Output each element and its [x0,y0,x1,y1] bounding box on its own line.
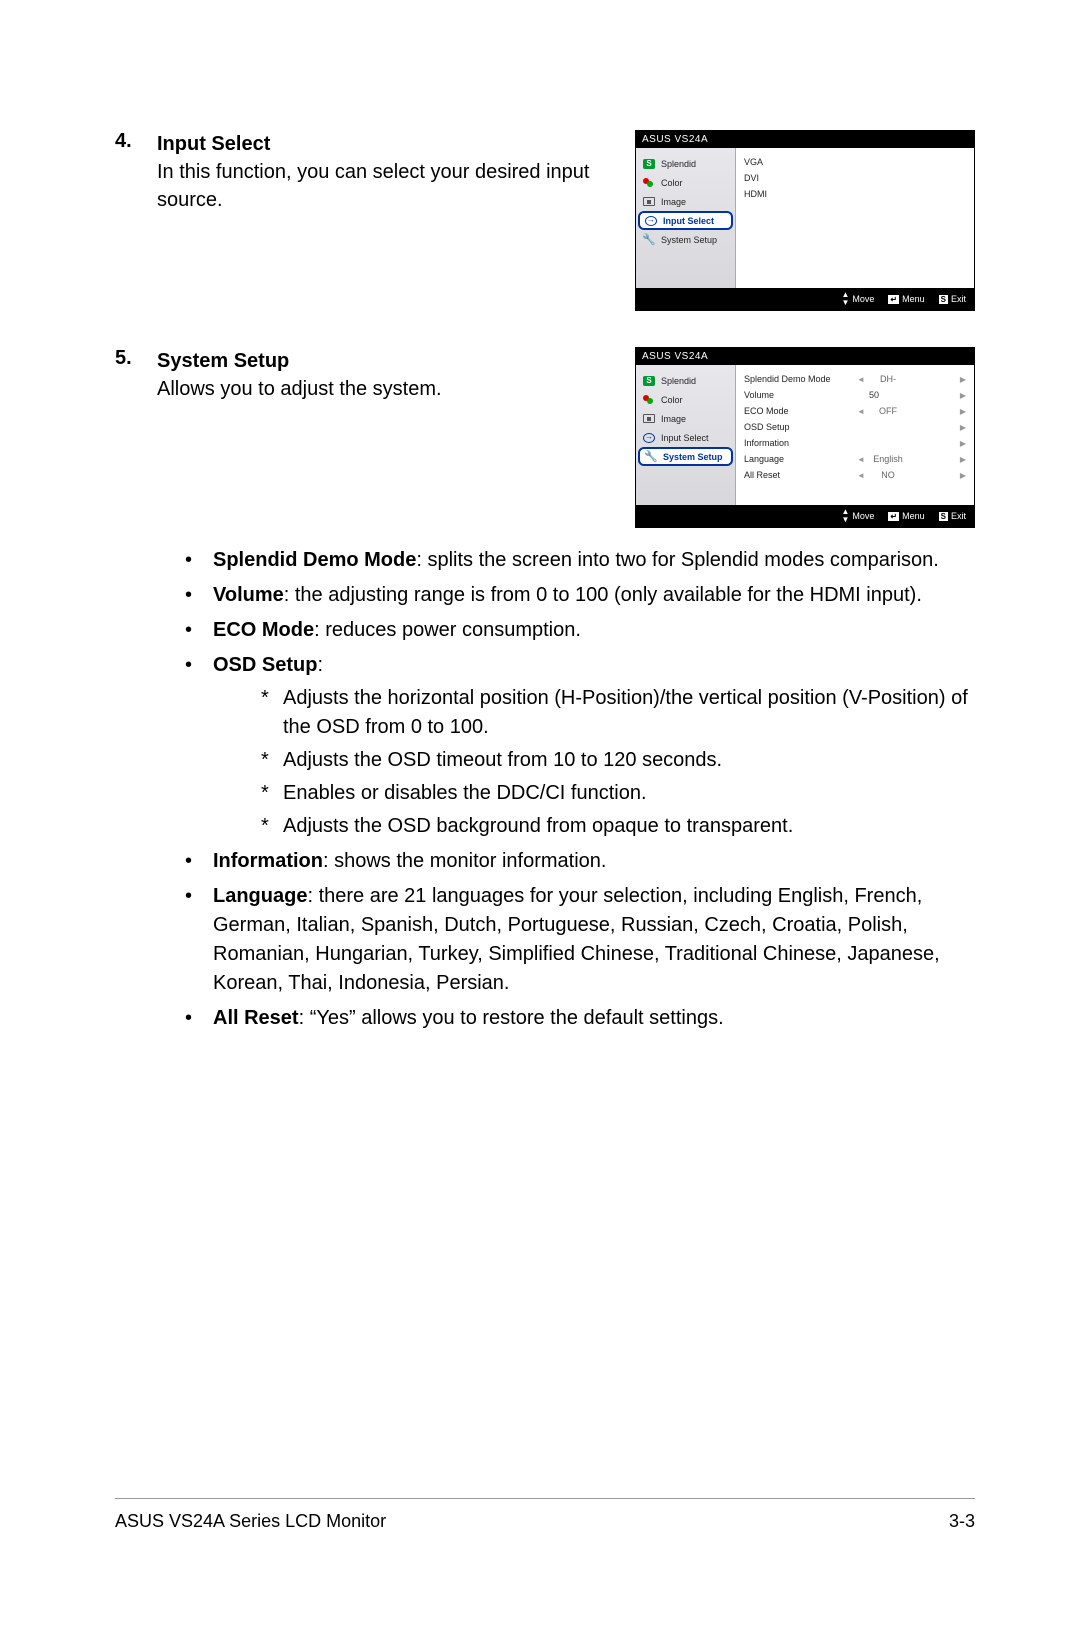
section-number: 5. [115,347,157,370]
osd-sidebar-input: Input Select [636,428,735,447]
osd-sidebar-input: Input Select [638,211,733,230]
osd-sidebar-system: 🔧System Setup [638,447,733,466]
section-number: 4. [115,130,157,153]
osd-row-lang: Language◄English▶ [744,451,966,467]
footer-left: ASUS VS24A Series LCD Monitor [115,1511,386,1532]
osd-footer: ▲▼Move ↵Menu SExit [636,288,974,310]
osd-system-setup: ASUS VS24A SSplendid Color Image Input S… [635,347,975,528]
osd-row-reset: All Reset◄NO▶ [744,467,966,483]
osd-sidebar-color: Color [636,173,735,192]
input-icon [645,216,657,226]
osd-input-select: ASUS VS24A SSplendid Color Image Input S… [635,130,975,311]
splendid-icon: S [643,159,655,169]
section-body: In this function, you can select your de… [157,161,589,211]
osd-footer-exit: SExit [939,294,966,304]
osd-sub-bullets: Adjusts the horizontal position (H-Posit… [213,684,975,841]
bullet-info: Information: shows the monitor informati… [185,847,975,876]
osd-option-vga: VGA [744,154,966,170]
section-body: Allows you to adjust the system. [157,378,442,400]
osd-option-dvi: DVI [744,170,966,186]
osd-footer-menu: ↵Menu [888,294,924,304]
section-title: System Setup [157,350,289,372]
section-text: Input Select In this function, you can s… [157,130,615,214]
osd-footer-move: ▲▼Move [841,508,874,524]
image-icon [643,414,655,423]
osd-sidebar-splendid: SSplendid [636,154,735,173]
section-4: 4. Input Select In this function, you ca… [115,130,975,311]
color-icon [643,395,655,405]
page-footer: ASUS VS24A Series LCD Monitor 3-3 [115,1498,975,1532]
osd-row-eco: ECO Mode◄OFF▶ [744,403,966,419]
bullet-osd: OSD Setup: Adjusts the horizontal positi… [185,651,975,841]
osd-sidebar: SSplendid Color Image Input Select 🔧Syst… [636,148,736,288]
osd-sidebar-color: Color [636,390,735,409]
section-text: System Setup Allows you to adjust the sy… [157,347,615,403]
input-icon [643,433,655,443]
osd-footer-menu: ↵Menu [888,511,924,521]
section-title: Input Select [157,133,270,155]
sub-ddcci: Enables or disables the DDC/CI function. [261,779,975,808]
sub-timeout: Adjusts the OSD timeout from 10 to 120 s… [261,746,975,775]
osd-option-hdmi: HDMI [744,186,966,202]
color-icon [643,178,655,188]
bullet-lang: Language: there are 21 languages for you… [185,882,975,998]
sub-hvpos: Adjusts the horizontal position (H-Posit… [261,684,975,742]
osd-sidebar-image: Image [636,409,735,428]
osd-footer-exit: SExit [939,511,966,521]
osd-footer-move: ▲▼Move [841,291,874,307]
bullet-reset: All Reset: “Yes” allows you to restore t… [185,1004,975,1033]
feature-bullets: Splendid Demo Mode: splits the screen in… [115,546,975,1033]
osd-header: ASUS VS24A [636,348,974,365]
image-icon [643,197,655,206]
wrench-icon: 🔧 [642,234,656,245]
osd-sidebar-splendid: SSplendid [636,371,735,390]
sub-bg: Adjusts the OSD background from opaque t… [261,812,975,841]
section-5: 5. System Setup Allows you to adjust the… [115,347,975,528]
footer-right: 3-3 [949,1511,975,1532]
osd-main: Splendid Demo Mode◄DH-▶ Volume50▶ ECO Mo… [736,365,974,505]
bullet-demo: Splendid Demo Mode: splits the screen in… [185,546,975,575]
osd-sidebar-image: Image [636,192,735,211]
osd-row-demo: Splendid Demo Mode◄DH-▶ [744,371,966,387]
osd-row-info: Information▶ [744,435,966,451]
bullet-volume: Volume: the adjusting range is from 0 to… [185,581,975,610]
osd-sidebar: SSplendid Color Image Input Select 🔧Syst… [636,365,736,505]
bullet-eco: ECO Mode: reduces power consumption. [185,616,975,645]
wrench-icon: 🔧 [644,451,658,462]
osd-row-volume: Volume50▶ [744,387,966,403]
osd-main: VGA DVI HDMI [736,148,974,288]
osd-sidebar-system: 🔧System Setup [636,230,735,249]
osd-footer: ▲▼Move ↵Menu SExit [636,505,974,527]
osd-header: ASUS VS24A [636,131,974,148]
osd-row-osd: OSD Setup▶ [744,419,966,435]
splendid-icon: S [643,376,655,386]
